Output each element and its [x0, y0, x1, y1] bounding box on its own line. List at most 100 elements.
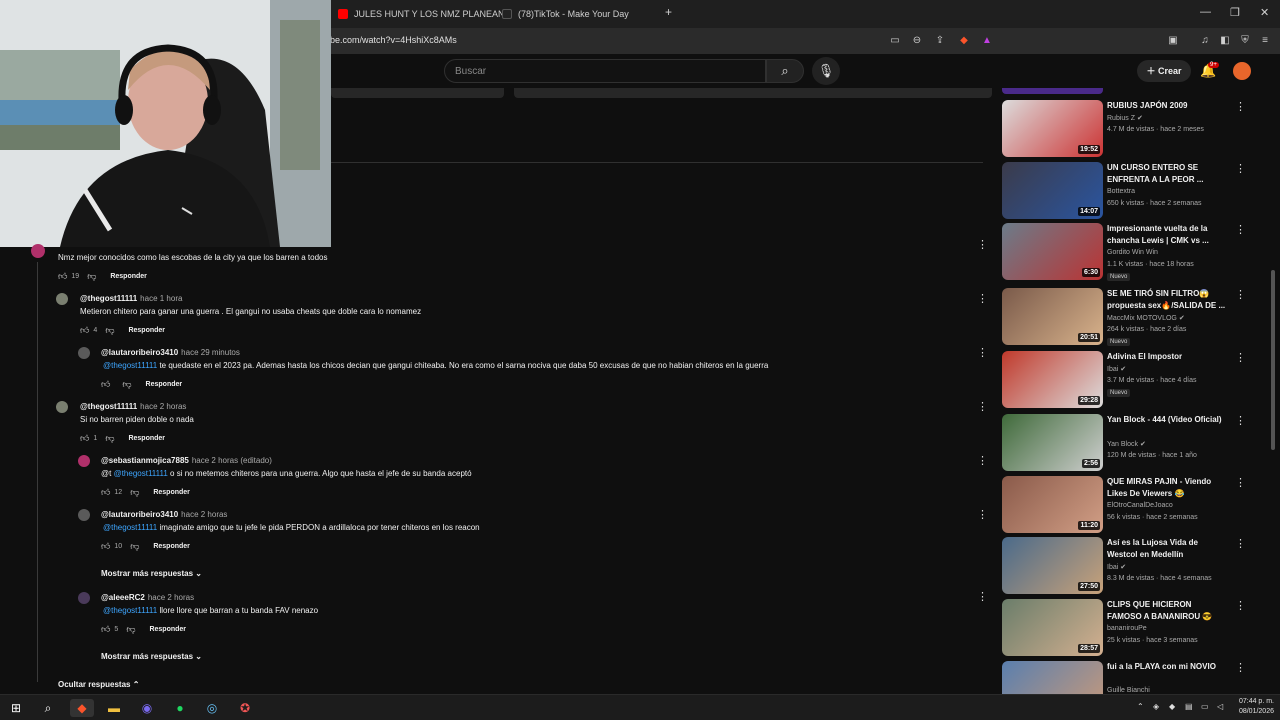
scrollbar[interactable] — [1271, 270, 1275, 450]
more-options-icon[interactable]: ⋮ — [1235, 162, 1246, 175]
more-options-icon[interactable]: ⋮ — [977, 292, 988, 305]
video-thumbnail[interactable]: 29:28 — [1002, 351, 1103, 408]
related-video-item[interactable]: 19:52 RUBIUS JAPÓN 2009 Rubius Z ✔ 4.7 M de… — [1002, 100, 1272, 158]
video-thumbnail[interactable]: 6:30 — [1002, 223, 1103, 280]
video-thumbnail[interactable]: 19:52 — [1002, 100, 1103, 157]
dislike-icon[interactable]: 👎︎ — [105, 325, 114, 336]
comment-author[interactable]: @thegost11111 hace 2 horas — [80, 402, 186, 411]
voice-search-button[interactable]: 🎙 — [812, 57, 840, 85]
steam-icon[interactable]: ◎ — [203, 699, 221, 717]
avatar[interactable] — [1233, 62, 1251, 80]
like-icon[interactable]: 👍︎ — [101, 487, 110, 498]
more-options-icon[interactable]: ⋮ — [977, 590, 988, 603]
more-options-icon[interactable]: ⋮ — [1235, 223, 1246, 236]
like-icon[interactable]: 👍︎ — [80, 325, 89, 336]
channel-name[interactable]: Bottextra — [1107, 188, 1135, 195]
mention-link[interactable]: @thegost11111 — [103, 361, 157, 370]
comment-author[interactable]: @thegost11111 hace 1 hora — [80, 294, 182, 303]
url-text[interactable]: be.com/watch?v=4HshiXc8AMs — [330, 35, 457, 45]
tray-icon[interactable]: ◆ — [1169, 702, 1175, 711]
dislike-icon[interactable]: 👎︎ — [130, 541, 139, 552]
mention-link[interactable]: @thegost11111 — [103, 606, 157, 615]
reply-button[interactable]: Responder — [110, 273, 147, 280]
like-icon[interactable]: 👍︎ — [58, 271, 67, 282]
video-title[interactable]: Yan Block - 444 (Video Oficial) — [1107, 414, 1227, 426]
reply-button[interactable]: Responder — [153, 543, 190, 550]
more-options-icon[interactable]: ⋮ — [977, 508, 988, 521]
video-title[interactable]: Impresionante vuelta de la chancha Lewis… — [1107, 223, 1227, 247]
brave-shield-icon[interactable]: ◆ — [957, 34, 971, 48]
browser-tab-youtube[interactable]: JULES HUNT Y LOS NMZ PLANEAN L — [338, 4, 512, 24]
reply-button[interactable]: Responder — [146, 381, 183, 388]
video-thumbnail[interactable]: 27:50 — [1002, 537, 1103, 594]
vpn-icon[interactable]: ⛨ — [1238, 34, 1252, 48]
reply-button[interactable]: Responder — [128, 327, 165, 334]
comment-author[interactable]: @lautaroribeiro3410 hace 29 minutos — [101, 348, 240, 357]
discord-icon[interactable]: ◉ — [138, 699, 156, 717]
like-icon[interactable]: 👍︎ — [101, 624, 110, 635]
volume-icon[interactable]: ◁ — [1217, 702, 1223, 711]
dislike-icon[interactable]: 👎︎ — [87, 271, 96, 282]
app-icon[interactable]: ✪ — [236, 699, 254, 717]
avatar[interactable] — [78, 455, 90, 467]
video-title[interactable]: QUE MIRAS PAJIN - Viendo Likes De Viewer… — [1107, 476, 1227, 500]
create-button[interactable]: ＋ Crear — [1137, 60, 1191, 82]
related-video-item[interactable]: 2:56 Yan Block - 444 (Video Oficial) Yan B… — [1002, 414, 1272, 472]
more-options-icon[interactable]: ⋮ — [1235, 351, 1246, 364]
avatar[interactable] — [78, 347, 90, 359]
brave-rewards-icon[interactable]: ▲ — [980, 34, 994, 48]
sidebar-icon[interactable]: ◧ — [1218, 34, 1232, 48]
more-options-icon[interactable]: ⋮ — [977, 238, 988, 251]
reader-icon[interactable]: ▣ — [1166, 34, 1180, 48]
file-explorer-icon[interactable]: ▬ — [105, 699, 123, 717]
minimize-icon[interactable]: — — [1200, 6, 1211, 18]
channel-name[interactable]: Guille Bianchi — [1107, 687, 1150, 694]
channel-name[interactable]: Yan Block ✔ — [1107, 440, 1146, 448]
more-options-icon[interactable]: ⋮ — [1235, 100, 1246, 113]
dislike-icon[interactable]: 👎︎ — [126, 624, 135, 635]
more-options-icon[interactable]: ⋮ — [977, 400, 988, 413]
related-video-item[interactable]: 20:51 SE ME TIRÓ SIN FILTRO😱 propuesta se… — [1002, 288, 1272, 346]
like-icon[interactable]: 👍︎ — [101, 541, 110, 552]
menu-icon[interactable]: ≡ — [1258, 34, 1272, 48]
dislike-icon[interactable]: 👎︎ — [105, 433, 114, 444]
video-title[interactable]: UN CURSO ENTERO SE ENFRENTA A LA PEOR ..… — [1107, 162, 1227, 186]
hide-replies-button[interactable]: Ocultar respuestas ⌃ — [58, 680, 139, 689]
comment-author[interactable]: @lautaroribeiro3410 hace 2 horas — [101, 510, 227, 519]
tray-icon[interactable]: ▤ — [1185, 702, 1193, 711]
channel-name[interactable]: Ibai ✔ — [1107, 563, 1126, 571]
more-options-icon[interactable]: ⋮ — [977, 454, 988, 467]
channel-name[interactable]: Ibai ✔ — [1107, 365, 1126, 373]
video-thumbnail[interactable]: 20:51 — [1002, 288, 1103, 345]
avatar[interactable] — [56, 401, 68, 413]
related-video-item[interactable]: 29:28 Adivina El Impostor Ibai ✔ 3.7 M de v… — [1002, 351, 1272, 409]
mention-link[interactable]: @thegost11111 — [103, 523, 157, 532]
more-options-icon[interactable]: ⋮ — [977, 346, 988, 359]
avatar[interactable] — [78, 509, 90, 521]
related-video-item[interactable]: 14:07 UN CURSO ENTERO SE ENFRENTA A LA PE… — [1002, 162, 1272, 220]
avatar[interactable] — [56, 293, 68, 305]
more-options-icon[interactable]: ⋮ — [1235, 476, 1246, 489]
reply-button[interactable]: Responder — [128, 435, 165, 442]
channel-name[interactable]: Gordito Win Win — [1107, 249, 1158, 256]
related-video-item[interactable]: 27:50 Así es la Lujosa Vida de Westcol en… — [1002, 537, 1272, 595]
brave-browser-icon[interactable]: ◆ — [70, 699, 94, 717]
dislike-icon[interactable]: 👎︎ — [130, 487, 139, 498]
related-video-item[interactable]: 28:57 CLIPS QUE HICIERON FAMOSO A BANANIR… — [1002, 599, 1272, 657]
video-thumbnail[interactable]: 2:56 — [1002, 414, 1103, 471]
video-title[interactable]: CLIPS QUE HICIERON FAMOSO A BANANIROU 😎 — [1107, 599, 1227, 623]
channel-name[interactable]: Rubius Z ✔ — [1107, 114, 1143, 122]
reply-button[interactable]: Responder — [153, 489, 190, 496]
network-icon[interactable]: ▭ — [1201, 702, 1209, 711]
video-title[interactable]: Adivina El Impostor — [1107, 351, 1227, 363]
video-thumbnail[interactable]: 28:57 — [1002, 599, 1103, 656]
search-input[interactable]: Buscar — [444, 59, 766, 83]
avatar[interactable] — [31, 244, 45, 258]
more-options-icon[interactable]: ⋮ — [1235, 414, 1246, 427]
share-icon[interactable]: ⇪ — [933, 34, 947, 48]
browser-tab-tiktok[interactable]: (78)TikTok - Make Your Day — [502, 4, 629, 24]
dislike-icon[interactable]: 👎︎ — [122, 379, 131, 390]
video-thumbnail[interactable]: 11:20 — [1002, 476, 1103, 533]
related-video-item[interactable]: 11:20 QUE MIRAS PAJIN - Viendo Likes De V… — [1002, 476, 1272, 534]
windows-start-icon[interactable]: ⊞ — [7, 699, 25, 717]
